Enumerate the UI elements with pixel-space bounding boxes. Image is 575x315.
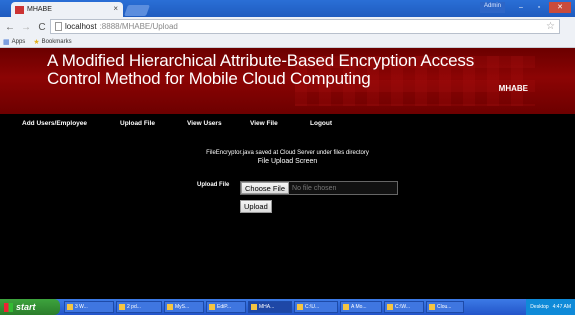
bookmarks-label: Bookmarks: [41, 39, 72, 45]
browser-titlebar: MHABE × Admin – ▫ ✕: [0, 0, 575, 17]
pdf-icon: [119, 304, 125, 310]
folder-icon: [67, 304, 73, 310]
tab-title: MHABE: [27, 6, 52, 13]
bookmark-star-icon[interactable]: ☆: [546, 21, 555, 32]
forward-icon[interactable]: →: [20, 22, 32, 33]
taskbar-item-label: 3 W...: [75, 304, 88, 310]
console-icon: [167, 304, 173, 310]
upload-button[interactable]: Upload: [240, 200, 272, 213]
nav-view-file[interactable]: View File: [250, 120, 278, 127]
taskbar-item[interactable]: MHA...: [248, 301, 292, 313]
nav-view-users[interactable]: View Users: [187, 120, 222, 127]
taskbar-item[interactable]: C:\W...: [384, 301, 424, 313]
system-tray: Desktop 4:47 AM: [526, 299, 575, 315]
nav-add-users[interactable]: Add Users/Employee: [22, 120, 87, 127]
desktop-toolbar-label[interactable]: Desktop: [530, 304, 548, 310]
apps-label: Apps: [11, 39, 26, 45]
tab-close-icon[interactable]: ×: [113, 4, 118, 13]
taskbar-item[interactable]: 2 pd...: [116, 301, 162, 313]
upload-file-label: Upload File: [197, 182, 230, 188]
reload-icon[interactable]: C: [36, 22, 48, 33]
apps-shortcut[interactable]: ▦ Apps: [3, 38, 25, 46]
main-nav: Add Users/Employee Upload File View User…: [0, 114, 575, 134]
windows-flag-icon: [4, 302, 13, 312]
folder-icon: [297, 304, 303, 310]
choose-file-button[interactable]: Choose File: [241, 182, 290, 194]
favicon-icon: [15, 5, 24, 14]
taskbar-item-label: A Mo...: [351, 304, 367, 310]
taskbar-item-label: Clou...: [437, 304, 452, 310]
upload-panel: FileEncryptor.java saved at Cloud Server…: [0, 134, 575, 299]
taskbar-item-label: 2 pd...: [127, 304, 141, 310]
nav-upload-file[interactable]: Upload File: [120, 120, 155, 127]
star-icon: ★: [33, 39, 40, 46]
browser-tab[interactable]: MHABE ×: [11, 2, 123, 17]
terminal-icon: [387, 304, 393, 310]
bookmarks-bar: ▦ Apps ★ Bookmarks: [0, 37, 575, 48]
taskbar-item[interactable]: MyS...: [164, 301, 204, 313]
taskbar-item[interactable]: Clou...: [426, 301, 464, 313]
bookmarks-shortcut[interactable]: ★ Bookmarks: [33, 38, 71, 46]
taskbar-item-label: MHA...: [259, 304, 275, 310]
close-window-icon[interactable]: ✕: [549, 2, 571, 13]
taskbar-item[interactable]: C:\U...: [294, 301, 338, 313]
taskbar-tasks: 3 W... 2 pd... MyS... EdiP... MHA... C:\…: [64, 301, 464, 313]
start-label: start: [16, 302, 36, 312]
new-tab-button[interactable]: [123, 5, 151, 16]
page-heading: File Upload Screen: [257, 158, 318, 165]
site-title: A Modified Hierarchical Attribute-Based …: [47, 51, 475, 88]
chrome-icon: [251, 304, 257, 310]
taskbar-item-label: MyS...: [175, 304, 190, 310]
start-button[interactable]: start: [0, 299, 60, 315]
site-banner: A Modified Hierarchical Attribute-Based …: [0, 48, 575, 114]
taskbar-item[interactable]: A Mo...: [340, 301, 382, 313]
taskbar-item-label: EdiP...: [217, 304, 232, 310]
profile-label[interactable]: Admin: [479, 2, 505, 13]
editor-icon: [209, 304, 215, 310]
taskbar-item-label: C:\W...: [395, 304, 410, 310]
windows-taskbar: start 3 W... 2 pd... MyS... EdiP... MHA.…: [0, 299, 575, 315]
taskbar-item[interactable]: 3 W...: [64, 301, 114, 313]
clock[interactable]: 4:47 AM: [553, 304, 571, 310]
site-subtitle: MHABE: [498, 84, 528, 93]
apps-grid-icon: ▦: [3, 39, 10, 46]
maximize-icon[interactable]: ▫: [531, 2, 547, 13]
file-status-text: No file chosen: [292, 184, 337, 192]
window-controls: Admin – ▫ ✕: [479, 2, 571, 13]
minimize-icon[interactable]: –: [513, 2, 529, 13]
status-message: FileEncryptor.java saved at Cloud Server…: [206, 150, 369, 156]
page-icon: [55, 22, 62, 31]
address-bar[interactable]: localhost:8888/MHABE/Upload ☆: [50, 19, 560, 34]
url-path: :8888/MHABE/Upload: [99, 22, 178, 31]
file-input[interactable]: Choose File No file chosen: [240, 181, 398, 195]
browser-toolbar: ← → C localhost:8888/MHABE/Upload ☆: [0, 17, 575, 37]
app-icon: [429, 304, 435, 310]
taskbar-item-label: C:\U...: [305, 304, 320, 310]
document-icon: [343, 304, 349, 310]
taskbar-item[interactable]: EdiP...: [206, 301, 246, 313]
nav-logout[interactable]: Logout: [310, 120, 332, 127]
back-icon[interactable]: ←: [4, 22, 16, 33]
url-host: localhost: [65, 22, 97, 31]
